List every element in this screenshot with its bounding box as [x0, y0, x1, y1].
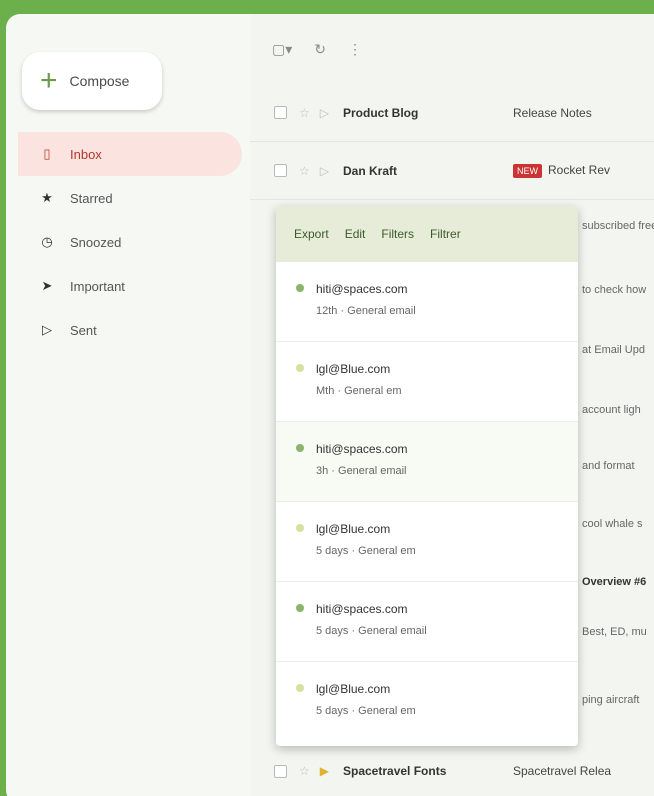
sidebar-item-snoozed[interactable]: ◷ Snoozed — [18, 220, 242, 264]
popup-header: Export Edit Filters Filtrer — [276, 206, 578, 262]
row-checkbox[interactable] — [274, 764, 287, 778]
inbox-icon: ▯ — [43, 146, 51, 161]
list-item[interactable]: lgl@Blue.com 5 days · General em — [276, 502, 578, 582]
row-sender: Product Blog — [343, 105, 419, 120]
sidebar-item-label: Sent — [70, 322, 97, 338]
select-all-checkbox[interactable]: ▢▾ — [272, 41, 292, 58]
row-sender: Spacetravel Fonts — [343, 764, 447, 778]
important-icon: ➤ — [41, 278, 53, 293]
status-dot — [296, 284, 304, 292]
sidebar-item-inbox[interactable]: ▯ Inbox — [18, 132, 242, 176]
table-row[interactable]: ☆ ▷ Dan Kraft NEW Rocket Rev — [250, 142, 654, 200]
star-icon[interactable]: ☆ — [299, 764, 310, 778]
list-item[interactable]: lgl@Blue.com Mth · General em — [276, 342, 578, 422]
sidebar-item-label: Inbox — [70, 146, 102, 162]
important-marker-icon[interactable]: ▷ — [320, 106, 329, 120]
refresh-icon[interactable]: ↻ — [314, 41, 326, 58]
account-meta: 12th · General email — [316, 305, 416, 317]
list-item[interactable]: hiti@spaces.com 5 days · General email — [276, 582, 578, 662]
row-snippet: subscribed free — [582, 220, 654, 232]
accounts-popup: Export Edit Filters Filtrer hiti@spaces.… — [276, 206, 578, 746]
important-marker-icon[interactable]: ▷ — [320, 164, 329, 178]
account-email: hiti@spaces.com — [316, 282, 408, 296]
list-item[interactable]: hiti@spaces.com 12th · General email — [276, 262, 578, 342]
row-subject: Spacetravel Relea — [513, 764, 612, 778]
row-snippet: account ligh — [582, 404, 641, 416]
table-row[interactable]: ☆ ▶ Spacetravel Fonts Spacetravel Relea — [250, 742, 654, 796]
account-meta: 3h · General email — [316, 465, 407, 477]
list-item[interactable]: hiti@spaces.com 3h · General email — [276, 422, 578, 502]
row-snippet: to check how — [582, 284, 647, 296]
row-subject: Release Notes — [513, 105, 592, 120]
star-icon[interactable]: ☆ — [299, 164, 310, 178]
tab-filtrer[interactable]: Filtrer — [430, 227, 461, 241]
sidebar: + Compose ▯ Inbox ★ Starred ◷ Snoozed ➤ … — [6, 14, 246, 796]
list-toolbar: ▢▾ ↻ ⋮ — [250, 14, 654, 84]
row-checkbox[interactable] — [274, 106, 287, 119]
tab-export[interactable]: Export — [294, 227, 329, 241]
row-checkbox[interactable] — [274, 164, 287, 177]
row-snippet: Best, ED, mu — [582, 626, 647, 638]
account-email: lgl@Blue.com — [316, 522, 391, 536]
account-email: lgl@Blue.com — [316, 362, 391, 376]
mail-window: + Compose ▯ Inbox ★ Starred ◷ Snoozed ➤ … — [6, 14, 654, 796]
sidebar-item-label: Starred — [70, 190, 113, 206]
account-meta: 5 days · General email — [316, 625, 427, 637]
row-snippet: and format — [582, 460, 635, 472]
account-meta: 5 days · General em — [316, 705, 416, 717]
account-meta: 5 days · General em — [316, 545, 416, 557]
status-dot — [296, 364, 304, 372]
sidebar-item-sent[interactable]: ▷ Sent — [18, 308, 242, 352]
more-options-icon[interactable]: ⋮ — [348, 41, 362, 58]
sidebar-item-important[interactable]: ➤ Important — [18, 264, 242, 308]
label-tag: NEW — [513, 164, 542, 178]
sidebar-item-label: Important — [70, 278, 125, 294]
sidebar-item-label: Snoozed — [70, 234, 122, 250]
tab-filters[interactable]: Filters — [381, 227, 414, 241]
row-snippet: Overview #6 — [582, 576, 647, 588]
row-subject: NEW Rocket Rev — [513, 163, 610, 178]
send-icon: ▷ — [42, 322, 52, 337]
status-dot — [296, 684, 304, 692]
plus-icon: + — [40, 64, 58, 97]
status-dot — [296, 444, 304, 452]
star-icon[interactable]: ☆ — [299, 106, 310, 120]
status-dot — [296, 604, 304, 612]
row-snippet: cool whale s — [582, 518, 643, 530]
status-dot — [296, 524, 304, 532]
row-sender: Dan Kraft — [343, 163, 398, 178]
important-marker-icon[interactable]: ▶ — [320, 764, 329, 778]
star-icon: ★ — [41, 190, 53, 205]
sidebar-item-starred[interactable]: ★ Starred — [18, 176, 242, 220]
row-snippet: at Email Upd — [582, 344, 645, 356]
account-meta: Mth · General em — [316, 385, 402, 397]
account-email: hiti@spaces.com — [316, 602, 408, 616]
account-email: hiti@spaces.com — [316, 442, 408, 456]
tab-edit[interactable]: Edit — [345, 227, 366, 241]
clock-icon: ◷ — [41, 234, 53, 249]
account-email: lgl@Blue.com — [316, 682, 391, 696]
row-snippet: ping aircraft — [582, 694, 640, 706]
sidebar-nav: ▯ Inbox ★ Starred ◷ Snoozed ➤ Important … — [18, 132, 242, 352]
compose-label: Compose — [69, 73, 130, 89]
row-subject-text: Rocket Rev — [548, 163, 611, 177]
list-item[interactable]: lgl@Blue.com 5 days · General em — [276, 662, 578, 742]
table-row[interactable]: ☆ ▷ Product Blog Release Notes — [250, 84, 654, 142]
compose-button[interactable]: + Compose — [22, 52, 162, 110]
